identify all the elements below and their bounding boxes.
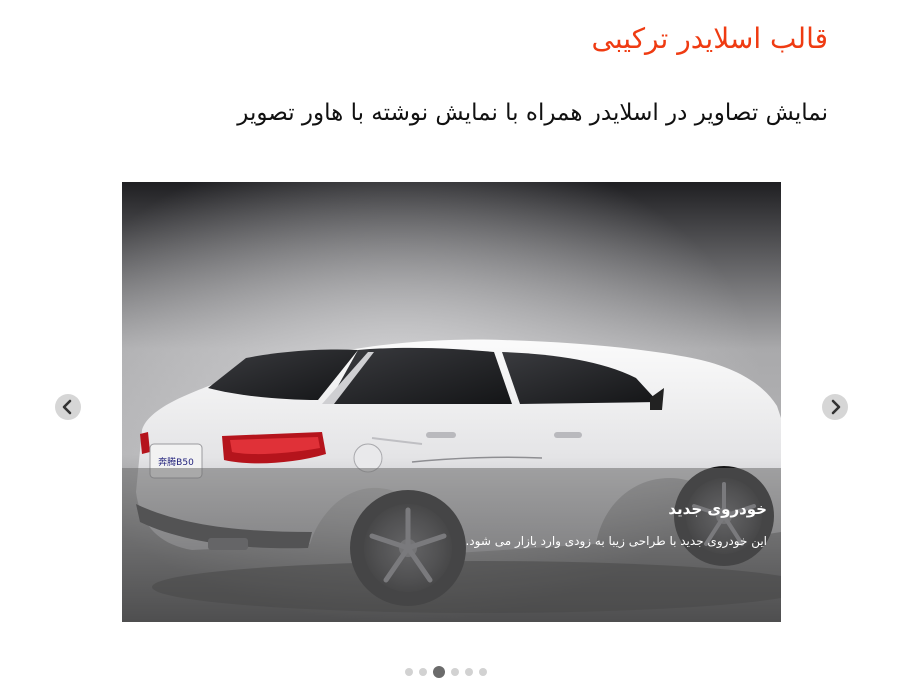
chevron-left-icon [62, 399, 72, 415]
previous-slide-button[interactable] [55, 394, 81, 420]
pagination-dot[interactable] [433, 666, 445, 678]
image-slider[interactable]: 奔腾B50 خودروی جدید این خودروی جدید با طرا… [122, 182, 781, 622]
svg-text:奔腾B50: 奔腾B50 [158, 456, 194, 468]
caption-text: این خودروی جدید با طراحی زیبا به زودی وا… [465, 534, 767, 548]
page-subtitle: نمایش تصاویر در اسلایدر همراه با نمایش ن… [237, 100, 828, 126]
pagination-dot[interactable] [405, 668, 413, 676]
next-slide-button[interactable] [822, 394, 848, 420]
slide-caption: خودروی جدید این خودروی جدید با طراحی زیب… [122, 468, 781, 622]
pagination-dot[interactable] [465, 668, 473, 676]
pagination-dot[interactable] [479, 668, 487, 676]
page: قالب اسلایدر ترکیبی نمایش تصاویر در اسلا… [0, 0, 900, 700]
pagination-dot[interactable] [419, 668, 427, 676]
chevron-right-icon [831, 399, 841, 415]
pagination-dot[interactable] [451, 668, 459, 676]
page-title: قالب اسلایدر ترکیبی [591, 22, 828, 55]
slider-pagination [402, 666, 490, 678]
caption-title: خودروی جدید [668, 500, 767, 518]
